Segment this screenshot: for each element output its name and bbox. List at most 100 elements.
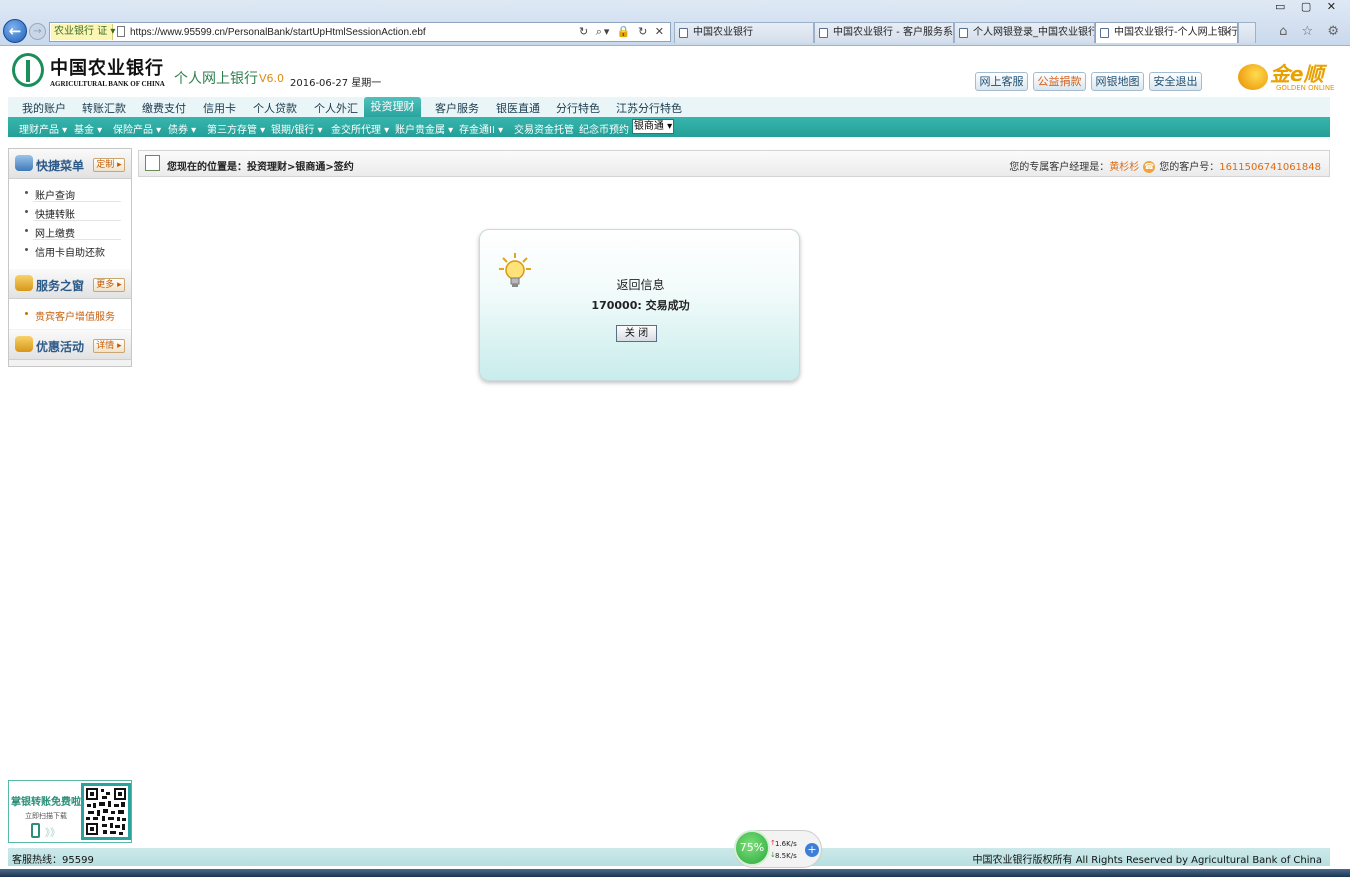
subnav-futures[interactable]: 银期/银行 ▾ xyxy=(271,121,323,136)
manager-name[interactable]: 黄杉杉 xyxy=(1109,162,1139,173)
site-identity-badge[interactable]: 农业银行 证 ▾ xyxy=(51,24,115,40)
nav-forex[interactable]: 个人外汇 xyxy=(314,100,358,116)
online-service-button[interactable]: 网上客服 xyxy=(975,72,1028,91)
download-speed: 8.5K/s xyxy=(775,852,797,860)
window-controls-icon[interactable]: ▭ ▢ ✕ xyxy=(1275,0,1342,13)
forward-arrow-icon[interactable]: → xyxy=(29,23,46,40)
dialog-message: 170000: 交易成功 xyxy=(591,299,690,312)
browser-tab-active[interactable]: 中国农业银行-个人网上银行 × xyxy=(1095,22,1238,43)
page-icon xyxy=(117,26,125,37)
nav-payment[interactable]: 缴费支付 xyxy=(142,100,186,116)
service-list: 贵宾客户增值服务 xyxy=(9,299,131,329)
bullet-icon xyxy=(25,229,28,232)
memory-usage-badge[interactable]: 75% xyxy=(734,830,770,866)
browser-tab-3[interactable]: 个人网银登录_中国农业银行 xyxy=(954,22,1095,43)
address-bar[interactable]: 农业银行 证 ▾ https://www.95599.cn/PersonalBa… xyxy=(49,22,671,42)
phone-icon[interactable]: ☎ xyxy=(1143,161,1156,173)
service-item-vip[interactable]: 贵宾客户增值服务 xyxy=(35,308,115,323)
product-name: 个人网上银行 xyxy=(174,71,258,87)
address-bar-tools-icon[interactable]: ↻ ⌕▾ 🔒 ↻ ✕ xyxy=(579,24,666,40)
customer-number: 1611506741061848 xyxy=(1219,162,1321,173)
nav-transfer[interactable]: 转账汇款 xyxy=(82,100,126,116)
browser-tab-1[interactable]: 中国农业银行 xyxy=(674,22,814,43)
qr-promo-arrows: 》》 xyxy=(45,828,60,839)
footer: 客服热线：95599 中国农业银行版权所有 All Rights Reserve… xyxy=(8,848,1330,866)
golden-online-logo-icon xyxy=(1238,64,1268,90)
quick-menu-list: 账户查询 快捷转账 网上缴费 信用卡自助还款 xyxy=(9,179,131,269)
browser-chrome: ← → 农业银行 证 ▾ https://www.95599.cn/Person… xyxy=(0,0,1350,46)
tab-page-icon xyxy=(1100,28,1109,38)
bullet-icon xyxy=(25,191,28,194)
divider xyxy=(33,239,121,240)
golden-online-en: GOLDEN ONLINE xyxy=(1276,84,1335,92)
divider xyxy=(33,201,121,202)
subnav-insurance[interactable]: 保险产品 ▾ xyxy=(113,121,161,136)
bank-name-en: AGRICULTURAL BANK OF CHINA xyxy=(50,80,165,88)
promo-icon xyxy=(15,336,33,352)
hotline: 客服热线：95599 xyxy=(12,855,94,866)
bullet-icon xyxy=(25,210,28,213)
golden-online-cn: 金e顺 xyxy=(1270,62,1324,86)
safe-logout-button[interactable]: 安全退出 xyxy=(1149,72,1202,91)
bullet-icon xyxy=(25,248,28,251)
subnav-fund-custody[interactable]: 交易资金托管 xyxy=(514,121,574,136)
service-title: 服务之窗 xyxy=(36,279,85,293)
breadcrumb-text: 您现在的位置是：投资理财>银商通>签约 xyxy=(167,162,354,173)
mobile-app-qr-promo[interactable]: 掌银转账免费啦 立即扫描下载 》》 xyxy=(8,780,132,843)
subnav-coin-booking[interactable]: 纪念币预约 xyxy=(579,121,629,136)
network-speed-widget[interactable]: 75% ↑ 1.6K/s ↓ 8.5K/s + xyxy=(734,830,822,868)
tab-page-icon xyxy=(819,28,828,38)
close-button[interactable]: 关 闭 xyxy=(616,325,657,342)
upload-speed: 1.6K/s xyxy=(775,840,797,848)
new-tab-button[interactable] xyxy=(1238,22,1256,43)
nav-personal-loan[interactable]: 个人贷款 xyxy=(253,100,297,116)
nav-investment-active[interactable]: 投资理财 xyxy=(364,97,421,117)
nav-medical[interactable]: 银医直通 xyxy=(496,100,540,116)
subnav-yinshangtong-active[interactable]: 银商通 ▾ xyxy=(632,119,674,134)
qr-promo-subtext: 立即扫描下载 xyxy=(25,812,67,820)
subnav-gold-savings[interactable]: 存金通II ▾ xyxy=(459,121,503,136)
service-header: 服务之窗 更多 ▸ xyxy=(9,269,131,299)
subnav-funds[interactable]: 基金 ▾ xyxy=(74,121,102,136)
nav-jiangsu-features[interactable]: 江苏分行特色 xyxy=(616,100,682,116)
abc-logo-icon xyxy=(12,53,44,87)
browser-tab-2[interactable]: 中国农业银行 - 客户服务系统 xyxy=(814,22,954,43)
promo-title: 优惠活动 xyxy=(36,340,85,354)
tab-close-icon[interactable]: × xyxy=(1224,23,1232,43)
quick-item-account-query[interactable]: 账户查询 xyxy=(35,187,75,202)
customize-button[interactable]: 定制 ▸ xyxy=(93,158,125,172)
quick-item-fast-transfer[interactable]: 快捷转账 xyxy=(35,206,75,221)
mobile-phone-icon xyxy=(31,823,40,838)
details-button[interactable]: 详情 ▸ xyxy=(93,339,125,353)
bullet-icon xyxy=(25,312,28,315)
qr-code-pattern xyxy=(84,786,128,837)
home-star-gear-icon[interactable]: ⌂ ☆ ⚙ xyxy=(1279,24,1344,39)
url-text[interactable]: https://www.95599.cn/PersonalBank/startU… xyxy=(130,25,426,40)
back-arrow-icon[interactable]: ← xyxy=(3,19,27,43)
quick-item-credit-repay[interactable]: 信用卡自助还款 xyxy=(35,244,105,259)
nav-my-account[interactable]: 我的账户 xyxy=(22,100,66,116)
product-version: V6.0 xyxy=(259,72,285,85)
sidebar: 快捷菜单 定制 ▸ 账户查询 快捷转账 网上缴费 信用卡自助还款 服务之窗 更多… xyxy=(8,148,132,367)
quick-menu-header: 快捷菜单 定制 ▸ xyxy=(9,149,131,179)
subnav-gold-exchange[interactable]: 金交所代理 ▾ xyxy=(331,121,389,136)
subnav-precious-metals[interactable]: 账户贵金属 ▾ xyxy=(395,121,453,136)
result-dialog: 返回信息 170000: 交易成功 关 闭 xyxy=(479,229,800,381)
nav-credit-card[interactable]: 信用卡 xyxy=(203,100,236,116)
tab-page-icon xyxy=(679,28,688,38)
site-map-button[interactable]: 网银地图 xyxy=(1091,72,1144,91)
nav-customer-service[interactable]: 客户服务 xyxy=(435,100,479,116)
subnav-third-party[interactable]: 第三方存管 ▾ xyxy=(207,121,265,136)
subnav-wealth-products[interactable]: 理财产品 ▾ xyxy=(19,121,67,136)
expand-plus-icon[interactable]: + xyxy=(805,843,819,857)
more-button[interactable]: 更多 ▸ xyxy=(93,278,125,292)
nav-branch-features[interactable]: 分行特色 xyxy=(556,100,600,116)
location-icon xyxy=(145,155,160,171)
os-taskbar[interactable] xyxy=(0,869,1350,877)
service-window-icon xyxy=(15,275,33,291)
charity-donation-button[interactable]: 公益捐款 xyxy=(1033,72,1086,91)
quick-item-online-payment[interactable]: 网上缴费 xyxy=(35,225,75,240)
subnav-bonds[interactable]: 债券 ▾ xyxy=(168,121,196,136)
current-date: 2016-06-27 星期一 xyxy=(290,78,382,89)
qr-promo-headline: 掌银转账免费啦 xyxy=(11,797,81,808)
